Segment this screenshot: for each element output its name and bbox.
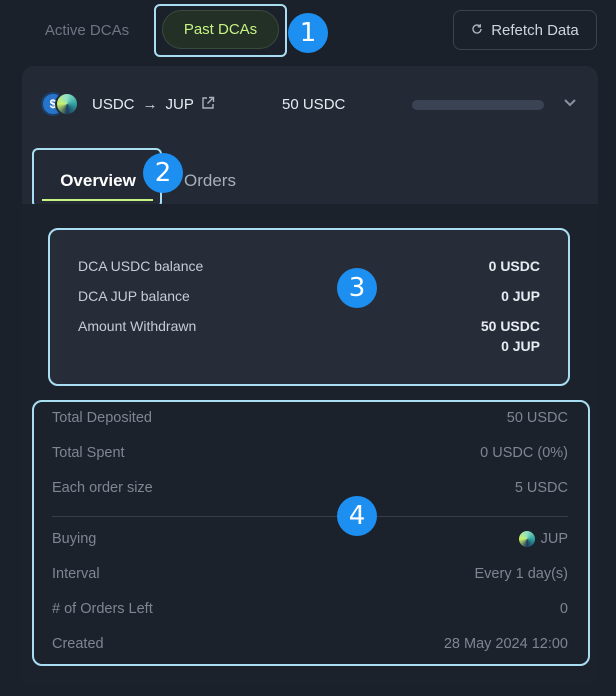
balance-label: DCA JUP balance [78,288,190,304]
balance-summary: DCA USDC balance 0 USDC DCA JUP balance … [48,228,570,386]
dca-card-header[interactable]: $ USDC → JUP 50 USDC [22,66,598,142]
divider [52,516,568,517]
detail-row: # of Orders Left 0 [52,601,568,617]
dca-amount: 50 USDC [282,96,346,113]
annotation-badge-2: 2 [143,153,183,193]
detail-value: 0 USDC (0%) [480,445,568,461]
balance-label: DCA USDC balance [78,258,204,274]
detail-row: Total Spent 0 USDC (0%) [52,445,568,461]
balance-value: 0 JUP [501,288,540,304]
detail-value: 5 USDC [514,480,568,496]
jup-icon [518,531,535,547]
refresh-icon [471,23,483,38]
balance-label: Amount Withdrawn [78,318,197,334]
to-token: JUP [165,96,194,113]
detail-label: # of Orders Left [52,601,153,617]
tab-orders[interactable]: Orders [184,162,236,200]
annotation-badge-4: 4 [337,496,377,536]
balance-value: 0 USDC [488,258,540,274]
from-token: USDC [92,96,135,113]
balance-value: 50 USDC 0 JUP [481,318,540,354]
detail-label: Each order size [52,480,153,496]
dca-order-card: $ USDC → JUP 50 USDC Overview Orders DCA… [22,66,598,686]
chevron-down-icon[interactable] [562,94,578,110]
detail-label: Created [52,636,104,652]
buying-token: JUP [540,531,568,547]
refetch-data-label: Refetch Data [491,21,579,39]
detail-value: JUP [518,531,568,547]
detail-value: Every 1 day(s) [474,566,568,582]
detail-label: Interval [52,566,100,582]
order-details: Total Deposited 50 USDC Total Spent 0 US… [32,400,590,666]
detail-label: Total Deposited [52,410,152,426]
detail-row: Created 28 May 2024 12:00 [52,636,568,652]
detail-row: Each order size 5 USDC [52,480,568,496]
detail-row: Buying JUP [52,531,568,547]
balance-row: Amount Withdrawn 50 USDC 0 JUP [78,318,540,354]
withdrawn-usdc: 50 USDC [480,318,540,334]
detail-row: Total Deposited 50 USDC [52,410,568,426]
dca-progress-bar [412,100,544,110]
detail-label: Total Spent [52,445,125,461]
detail-value: 28 May 2024 12:00 [443,636,568,652]
overview-panel: DCA USDC balance 0 USDC DCA JUP balance … [22,204,598,686]
detail-label: Buying [52,531,97,547]
tab-past-dcas[interactable]: Past DCAs [162,10,279,49]
jup-icon [55,92,79,116]
annotation-badge-3: 3 [337,268,377,308]
annotation-badge-1: 1 [288,13,328,53]
tab-overview-underline [42,199,153,201]
card-tabs: Overview Orders [22,142,598,208]
arrow-right-icon: → [142,96,158,113]
token-pair: USDC → JUP [92,96,194,113]
withdrawn-jup: 0 JUP [501,338,540,354]
external-link-icon[interactable] [201,96,215,110]
detail-value: 0 [559,601,568,617]
detail-row: Interval Every 1 day(s) [52,566,568,582]
detail-value: 50 USDC [506,410,568,426]
balance-row: DCA USDC balance 0 USDC [78,258,540,274]
balance-row: DCA JUP balance 0 JUP [78,288,540,304]
token-pair-icons: $ [41,92,81,118]
tab-overview[interactable]: Overview [42,162,154,200]
tab-active-dcas[interactable]: Active DCAs [26,12,148,48]
refetch-data-button[interactable]: Refetch Data [453,10,597,50]
